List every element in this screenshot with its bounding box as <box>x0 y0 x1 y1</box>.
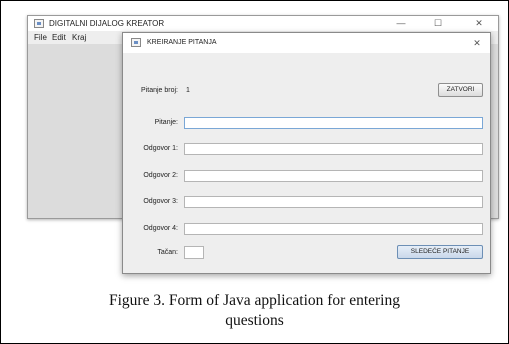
answer-1-label: Odgovor 1: <box>143 145 178 152</box>
question-number-value: 1 <box>186 87 190 94</box>
answer-4-label: Odgovor 4: <box>143 225 178 232</box>
main-title-bar: DIGITALNI DIJALOG KREATOR — ☐ ✕ <box>28 16 498 31</box>
answer-2-input[interactable] <box>184 170 483 182</box>
answer-2-label: Odgovor 2: <box>143 172 178 179</box>
answer-1-input[interactable] <box>184 143 483 155</box>
maximize-icon[interactable]: ☐ <box>425 16 451 31</box>
menu-file[interactable]: File <box>34 31 47 44</box>
question-number-label: Pitanje broj: <box>141 87 178 94</box>
question-label: Pitanje: <box>154 119 178 126</box>
main-window-title: DIGITALNI DIJALOG KREATOR <box>49 19 165 28</box>
close-button[interactable]: ZATVORI <box>438 83 483 97</box>
answer-4-input[interactable] <box>184 223 483 235</box>
app-icon <box>34 19 44 28</box>
minimize-icon[interactable]: — <box>388 16 414 31</box>
create-question-dialog: KREIRANJE PITANJA ✕ Pitanje broj: 1 ZATV… <box>122 32 491 274</box>
answer-3-label: Odgovor 3: <box>143 198 178 205</box>
question-input[interactable] <box>184 117 483 129</box>
dialog-title-bar: KREIRANJE PITANJA ✕ <box>123 33 490 53</box>
figure-caption-line-1: Figure 3. Form of Java application for e… <box>109 292 400 309</box>
figure-caption-line-2: questions <box>225 312 284 329</box>
close-icon[interactable]: ✕ <box>466 16 492 31</box>
menu-kraj[interactable]: Kraj <box>72 31 86 44</box>
menu-edit[interactable]: Edit <box>52 31 66 44</box>
dialog-app-icon <box>131 38 141 47</box>
correct-answer-label: Tačan: <box>157 249 178 256</box>
next-question-button[interactable]: SLEDEĆE PITANJE <box>397 245 483 259</box>
dialog-title: KREIRANJE PITANJA <box>147 39 217 46</box>
correct-answer-input[interactable] <box>184 246 204 259</box>
dialog-close-icon[interactable]: ✕ <box>470 33 484 53</box>
answer-3-input[interactable] <box>184 196 483 208</box>
